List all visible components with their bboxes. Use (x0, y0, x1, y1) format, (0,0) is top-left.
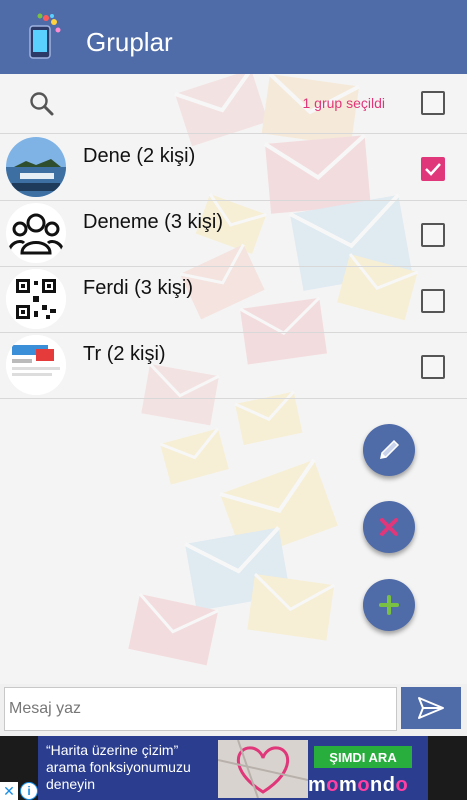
send-icon (418, 697, 444, 719)
pencil-icon (380, 439, 400, 459)
selected-count-label: 1 grup seçildi (302, 95, 386, 111)
check-icon (425, 163, 441, 176)
group-checkbox[interactable] (421, 289, 445, 313)
group-row-tr[interactable]: Tr (2 kişi) (0, 333, 467, 399)
ad-brand-logo: momondo (308, 774, 409, 796)
search-bar: 1 grup seçildi (0, 74, 467, 134)
ad-close-icon[interactable]: ✕ (0, 782, 18, 800)
search-icon[interactable] (28, 90, 56, 118)
ad-call-button[interactable]: ŞIMDI ARA (314, 746, 412, 768)
ad-info-icon[interactable]: i (20, 782, 38, 800)
group-name: Deneme (3 kişi) (83, 211, 224, 233)
group-avatar (6, 137, 66, 197)
compose-bar (0, 684, 467, 736)
heart-map-image (218, 740, 308, 798)
plus-icon (379, 595, 399, 615)
group-name: Tr (2 kişi) (83, 343, 166, 365)
message-input[interactable] (4, 687, 397, 731)
app-bar: Gruplar (0, 0, 467, 74)
phone-messages-icon (29, 13, 61, 59)
edit-group-button[interactable] (363, 424, 415, 476)
group-checkbox[interactable] (421, 223, 445, 247)
group-row-ferdi[interactable]: Ferdi (3 kişi) (0, 267, 467, 333)
ad-area: “Harita üzerine çizim” arama fonksiyonum… (0, 736, 467, 800)
delete-group-button[interactable] (363, 501, 415, 553)
qr-code-avatar (6, 269, 66, 329)
group-row-dene[interactable]: Dene (2 kişi) (0, 135, 467, 201)
group-name: Dene (2 kişi) (83, 145, 196, 167)
people-icon (6, 203, 66, 263)
page-title: Gruplar (86, 27, 173, 57)
ad-banner[interactable]: “Harita üzerine çizim” arama fonksiyonum… (38, 736, 428, 800)
group-name: Ferdi (3 kişi) (83, 277, 194, 299)
close-icon (380, 518, 398, 536)
select-all-checkbox[interactable] (421, 91, 445, 115)
send-button[interactable] (401, 687, 461, 729)
add-group-button[interactable] (363, 579, 415, 631)
group-row-deneme[interactable]: Deneme (3 kişi) (0, 201, 467, 267)
web-screenshot-avatar (6, 335, 66, 395)
group-checkbox[interactable] (421, 157, 445, 181)
group-checkbox[interactable] (421, 355, 445, 379)
ad-text: “Harita üzerine çizim” arama fonksiyonum… (46, 742, 191, 792)
